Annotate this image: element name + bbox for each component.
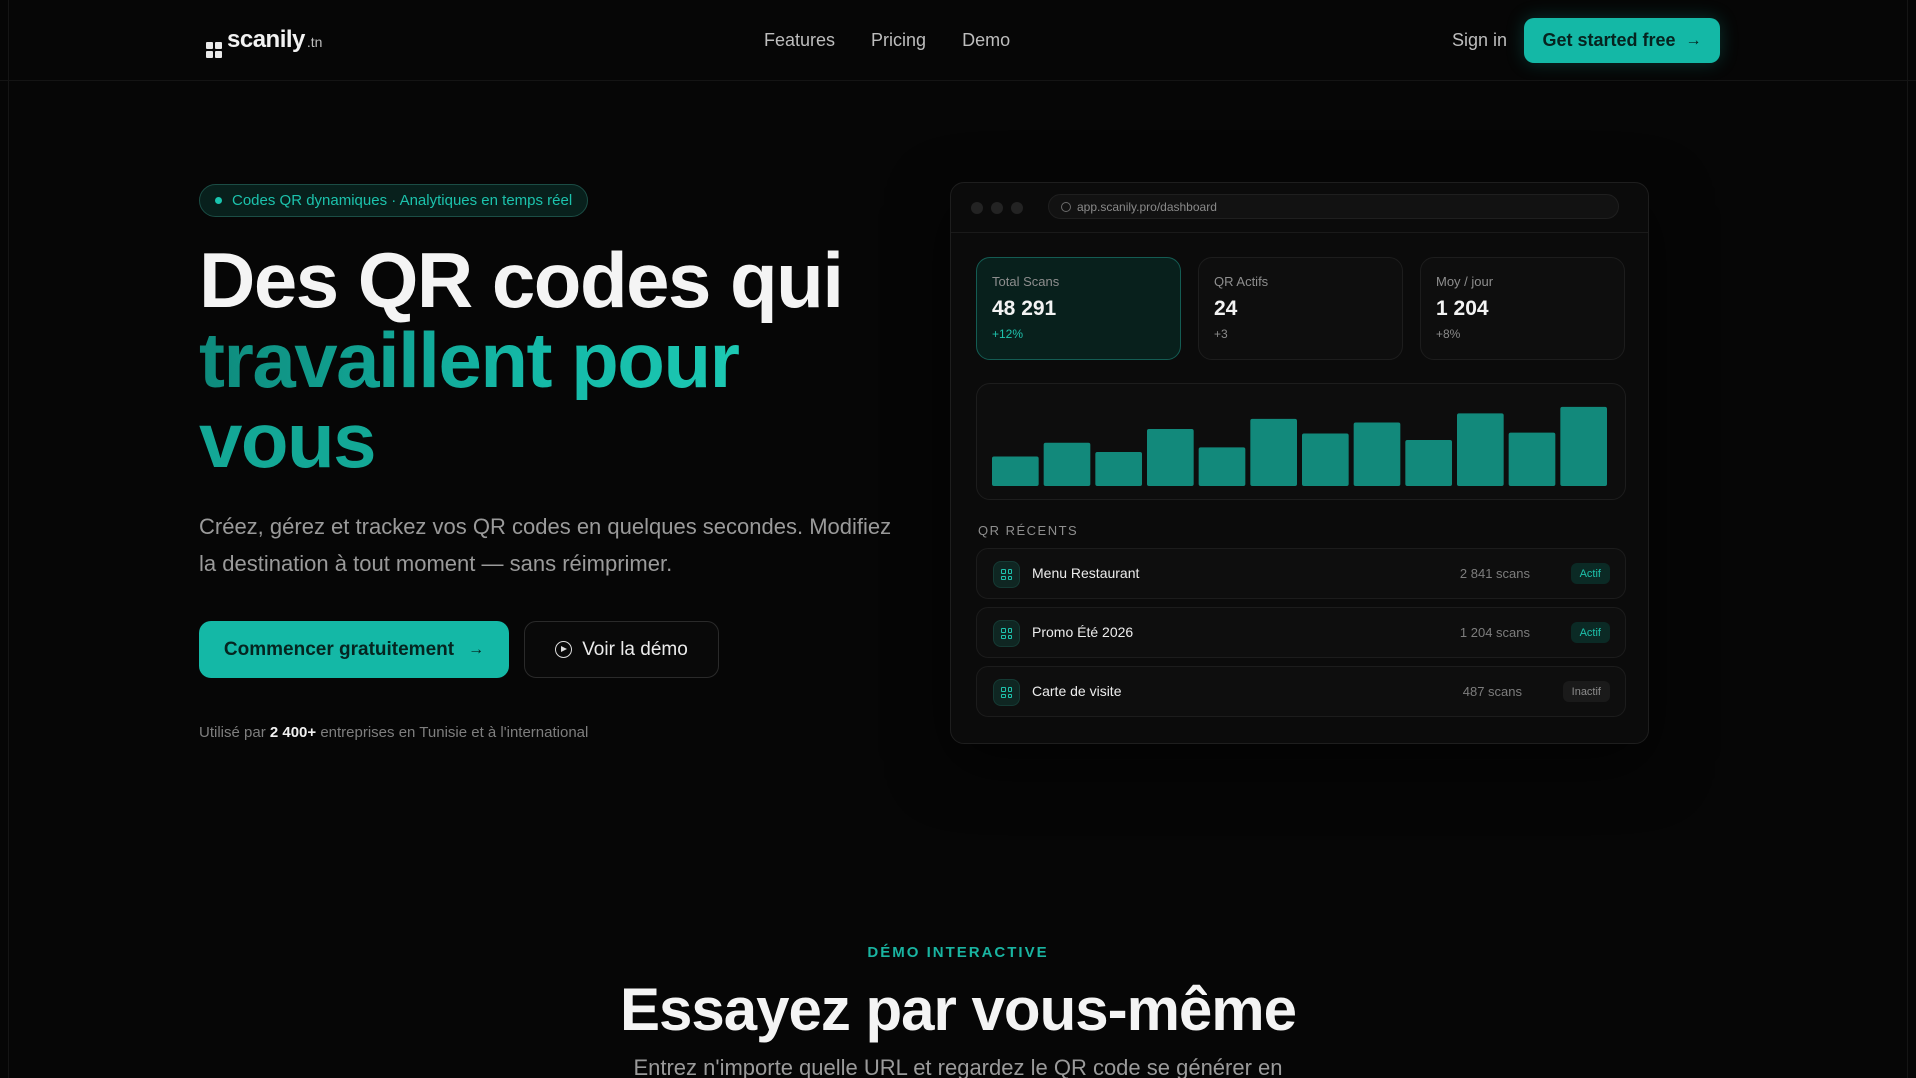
scans-bar-chart [976,383,1626,500]
lock-icon [1061,201,1071,212]
chart-bar [1095,451,1142,486]
qr-logo-icon [206,42,222,58]
stat-label: Total Scans [992,274,1060,289]
url-bar: app.scanily.pro/dashboard [1048,194,1619,219]
sign-in-link[interactable]: Sign in [1452,30,1507,51]
hero-title-line1: Des QR codes qui [199,236,844,324]
hero-title: Des QR codes qui travaillent pour vous [199,240,919,480]
section-eyebrow: DÉMO INTERACTIVE [867,944,1049,961]
chart-bar [1147,428,1194,486]
nav-link-pricing[interactable]: Pricing [871,30,926,51]
feature-badge: Codes QR dynamiques · Analytiques en tem… [199,184,589,217]
recent-qr-row[interactable]: Carte de visite 487 scans Inactif [976,666,1626,717]
see-demo-label: Voir la démo [582,638,688,660]
top-navigation: scanily .tn Features Pricing Demo Sign i… [0,0,1916,81]
qr-scan-count: 487 scans [1462,684,1522,699]
status-badge: Inactif [1562,681,1610,702]
window-dots [971,202,1023,214]
chart-bar [1302,433,1349,486]
qr-scan-count: 1 204 scans [1459,625,1530,640]
hero-title-line2: travaillent pour [199,320,919,400]
qr-name: Carte de visite [1032,683,1122,699]
chart-bar [1250,418,1297,486]
chart-bar [1405,440,1452,486]
status-dot-icon [215,197,222,204]
bar-chart-svg [992,406,1607,486]
stat-card-moy-jour: Moy / jour 1 204 +8% [1420,257,1625,360]
social-proof: Utilisé par 2 400+ entreprises en Tunisi… [199,724,588,741]
chart-bar [1457,413,1504,486]
stat-delta: +3 [1214,327,1228,341]
stat-delta: +12% [992,327,1024,341]
chart-bar [1353,422,1401,486]
nav-link-demo[interactable]: Demo [962,30,1010,51]
page-frame-left [8,0,9,1078]
social-prefix: Utilisé par [199,724,270,741]
stat-label: QR Actifs [1214,274,1269,289]
recent-qr-row[interactable]: Promo Été 2026 1 204 scans Actif [976,607,1626,658]
stat-label: Moy / jour [1436,274,1494,289]
stat-value: 1 204 [1436,297,1489,320]
logo-tld: .tn [306,34,323,50]
qr-code-icon [993,561,1020,588]
status-badge: Actif [1570,622,1610,643]
qr-scan-count: 2 841 scans [1459,566,1530,581]
hero-title-line3: vous [199,396,377,484]
logo-wordmark: scanily [227,26,305,53]
section-title: Essayez par vous-même [619,976,1297,1043]
chart-bar [1043,442,1091,486]
get-started-button[interactable]: Get started free → [1524,18,1720,63]
qr-name: Promo Été 2026 [1032,624,1134,640]
section-lead: Entrez n'importe quelle URL et regardez … [633,1055,1283,1078]
stat-value: 48 291 [992,297,1057,320]
start-free-button[interactable]: Commencer gratuitement → [199,621,509,678]
chart-bar [992,456,1039,486]
see-demo-button[interactable]: Voir la démo [524,621,719,678]
qr-name: Menu Restaurant [1032,565,1140,581]
hero-subtitle: Créez, gérez et trackez vos QR codes en … [199,514,892,576]
recent-qr-row[interactable]: Menu Restaurant 2 841 scans Actif [976,548,1626,599]
social-count: 2 400+ [269,724,317,741]
url-text: app.scanily.pro/dashboard [1077,199,1217,214]
get-started-label: Get started free [1542,30,1676,50]
status-badge: Actif [1570,563,1610,584]
dashboard-preview: app.scanily.pro/dashboard Total Scans 48… [950,182,1649,744]
chart-bar [1508,432,1556,486]
chart-bar [1198,447,1246,486]
stat-card-total-scans: Total Scans 48 291 +12% [976,257,1181,360]
stat-value: 24 [1214,297,1238,320]
stat-delta: +8% [1436,327,1461,341]
qr-code-icon [993,620,1020,647]
social-suffix: entreprises en Tunisie et à l'internatio… [316,724,589,741]
recent-qr-title: QR RÉCENTS [978,523,1079,538]
nav-link-features[interactable]: Features [764,30,835,51]
page-frame-right [1907,0,1908,1078]
badge-text: Codes QR dynamiques · Analytiques en tem… [232,192,573,209]
chart-bar [1560,406,1607,486]
browser-chrome: app.scanily.pro/dashboard [951,183,1648,233]
start-free-label: Commencer gratuitement [223,638,455,660]
nav-links: Features Pricing Demo [764,30,1010,51]
brand-logo[interactable]: scanily .tn [206,26,323,58]
play-circle-icon [555,641,573,658]
arrow-right-icon: → [1685,31,1702,49]
stat-card-qr-actifs: QR Actifs 24 +3 [1198,257,1403,360]
qr-code-icon [993,679,1020,706]
arrow-right-icon: → [468,640,485,658]
